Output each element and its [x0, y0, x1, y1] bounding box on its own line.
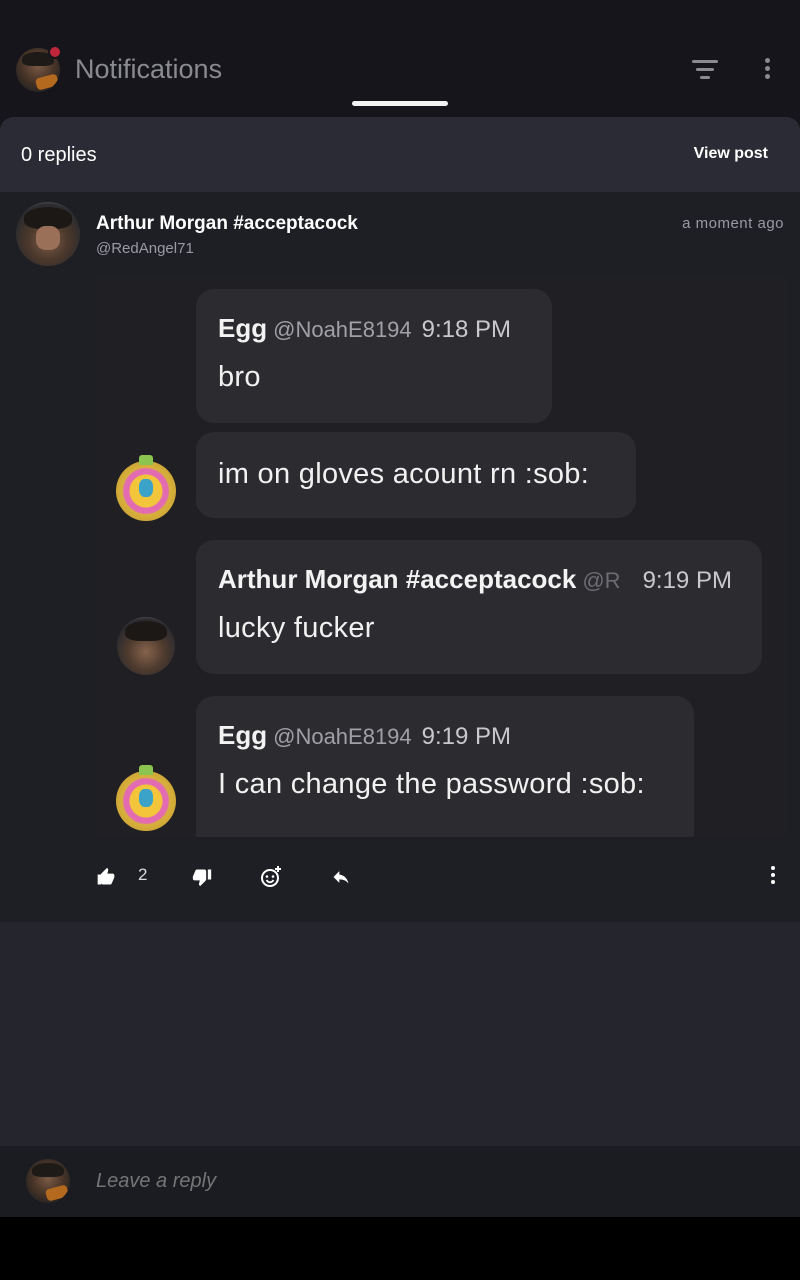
- avatar-gem: [139, 789, 153, 807]
- message-time: 9:19 PM: [421, 723, 512, 750]
- more-vert-icon[interactable]: [760, 56, 776, 82]
- message-text: bro: [218, 361, 261, 393]
- thumbs-down-icon[interactable]: [192, 867, 212, 907]
- replies-count: 0 replies: [21, 144, 97, 166]
- post-sheet: 0 replies View post Arthur Morgan #accep…: [0, 117, 800, 1217]
- avatar-snack: [34, 73, 60, 91]
- message-handle: @NoahE8194: [273, 724, 412, 749]
- user-avatar: [26, 1159, 70, 1203]
- message-handle: @R: [582, 568, 621, 593]
- message-text: im on gloves acount rn :sob:: [218, 458, 590, 490]
- message-author: Arthur Morgan #acceptacock: [218, 564, 577, 594]
- author-avatar[interactable]: [16, 202, 80, 266]
- page-title: Notifications: [75, 54, 223, 84]
- notification-dot: [48, 45, 62, 59]
- message-author: Egg: [218, 720, 268, 750]
- reply-icon[interactable]: [330, 867, 352, 907]
- message-time: 9:18 PM: [421, 316, 512, 343]
- message-text: I can change the password :sob:: [218, 768, 645, 800]
- avatar-face: [36, 226, 60, 250]
- view-post-button[interactable]: View post: [694, 145, 768, 163]
- author-handle: @RedAngel71: [96, 240, 194, 257]
- reply-bar: [0, 1146, 800, 1217]
- post-card: Arthur Morgan #acceptacock @RedAngel71 a…: [0, 192, 800, 922]
- avatar-gem: [139, 479, 153, 497]
- post-timestamp: a moment ago: [682, 215, 784, 232]
- avatar-crown: [139, 455, 153, 465]
- post-image[interactable]: Egg @NoahE8194 9:18 PM bro im on gloves ac…: [96, 277, 786, 837]
- author-name[interactable]: Arthur Morgan #acceptacock: [96, 213, 358, 235]
- add-reaction-icon[interactable]: [259, 865, 285, 905]
- avatar-hat: [125, 621, 167, 641]
- sheet-drag-handle[interactable]: [352, 101, 448, 106]
- notifications-header: Notifications: [0, 0, 800, 130]
- system-nav-area: [0, 1217, 800, 1280]
- post-actions: 2: [0, 857, 800, 907]
- chat-message: Egg @NoahE8194 9:19 PM I can change the pa…: [196, 696, 694, 837]
- sheet-header: 0 replies View post: [0, 117, 800, 192]
- chat-message: Egg @NoahE8194 9:18 PM bro: [196, 289, 552, 423]
- more-vert-icon[interactable]: [766, 865, 782, 887]
- like-count: 2: [138, 865, 148, 884]
- message-header: Egg @NoahE8194 9:19 PM: [218, 720, 511, 751]
- message-author: Egg: [218, 313, 268, 343]
- chat-message: Arthur Morgan #acceptacock @R 9:19 PM luck…: [196, 540, 762, 674]
- message-handle: @NoahE8194: [273, 317, 412, 342]
- message-header: Egg @NoahE8194 9:18 PM: [218, 313, 511, 344]
- avatar-crown: [139, 765, 153, 775]
- thumbs-up-icon[interactable]: [96, 867, 116, 907]
- chat-message: im on gloves acount rn :sob:: [196, 432, 636, 518]
- message-header: Arthur Morgan #acceptacock @R 9:19 PM: [218, 564, 738, 595]
- filter-icon[interactable]: [690, 58, 718, 80]
- arthur-avatar: [117, 617, 175, 675]
- message-time: 9:19 PM: [642, 567, 732, 594]
- message-text: lucky fucker: [218, 612, 375, 644]
- avatar-hat: [32, 1163, 64, 1177]
- egg-avatar: [116, 765, 176, 831]
- reply-input[interactable]: [96, 1170, 696, 1193]
- egg-avatar: [116, 455, 176, 521]
- avatar-snack: [44, 1184, 70, 1202]
